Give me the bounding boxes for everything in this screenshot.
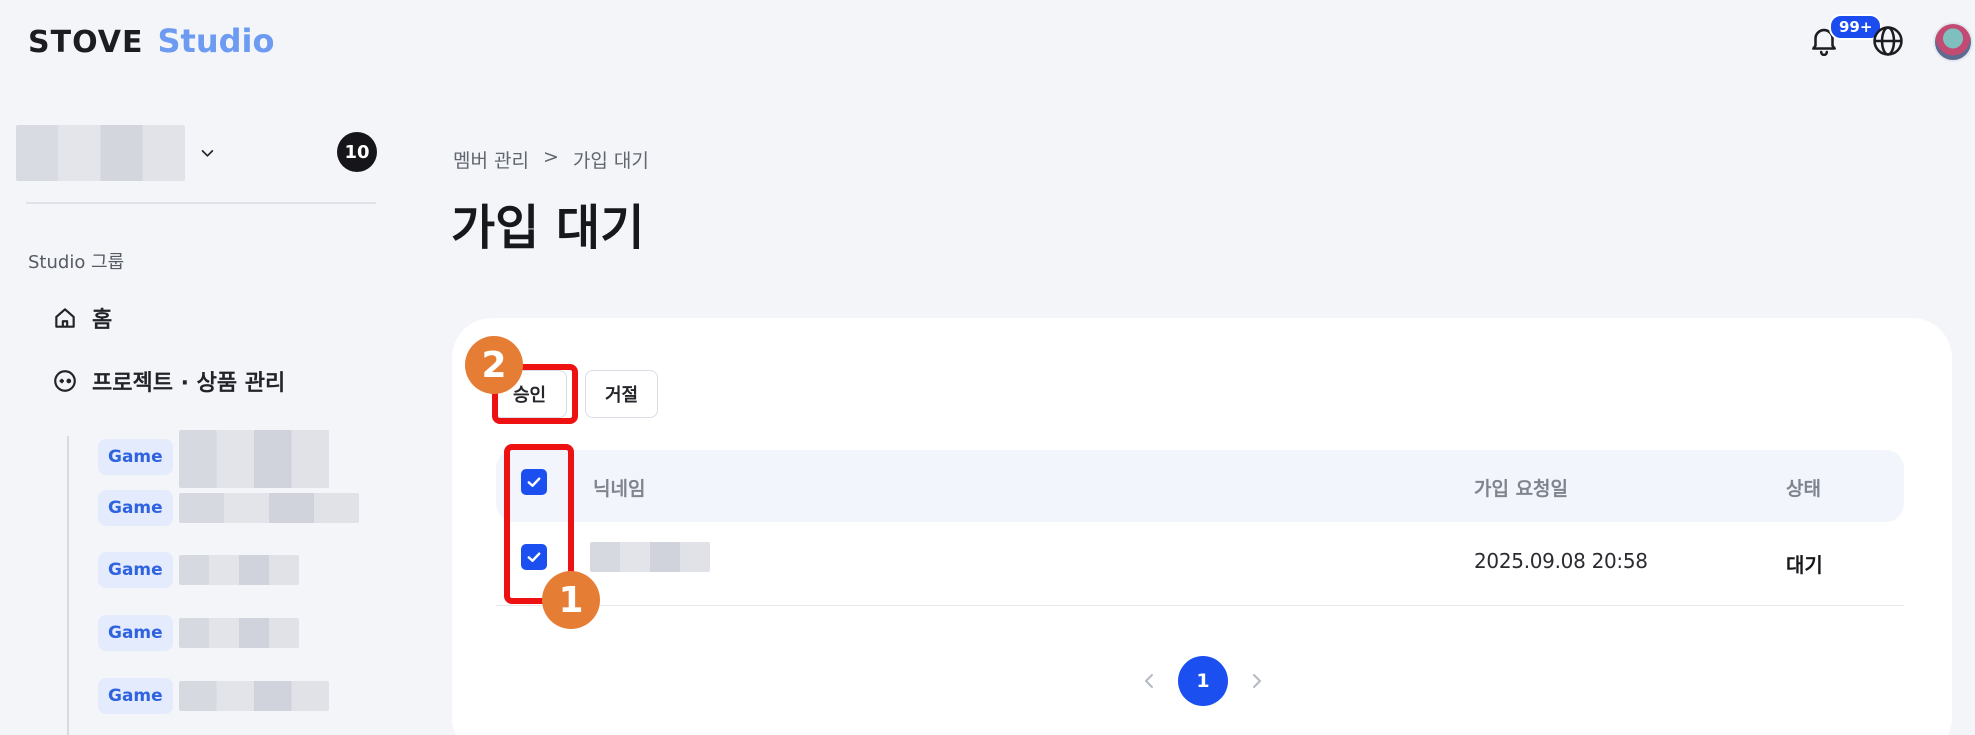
blurred-game-name	[178, 493, 359, 523]
game-tag: Game	[98, 678, 173, 714]
product-name: Studio	[157, 22, 275, 60]
blurred-game-name	[178, 555, 299, 585]
step-badge-2: 2	[465, 336, 523, 394]
blurred-game-name	[178, 681, 329, 711]
page-number-current[interactable]: 1	[1178, 656, 1228, 706]
pending-members-card: 승인 거절 닉네임 가입 요청일 상태 2025.09.08 20:58 대기 …	[452, 318, 1952, 735]
blurred-nickname	[590, 542, 710, 572]
step-badge-1: 1	[542, 571, 600, 629]
game-tag: Game	[98, 552, 173, 588]
group-label: Studio 그룹	[28, 252, 125, 273]
breadcrumb-item-current: 가입 대기	[572, 150, 649, 172]
column-header-nickname: 닉네임	[593, 478, 646, 500]
chevron-down-icon	[201, 150, 214, 157]
game-tag: Game	[98, 490, 173, 526]
sidebar-game-item[interactable]: Game	[98, 678, 329, 714]
table-header: 닉네임 가입 요청일 상태	[496, 450, 1904, 522]
request-date-cell: 2025.09.08 20:58	[1474, 549, 1648, 573]
globe-icon[interactable]	[1871, 24, 1905, 58]
gamepad-icon	[54, 370, 76, 392]
tree-connector	[67, 436, 69, 735]
avatar[interactable]	[1933, 22, 1973, 62]
blurred-game-name	[178, 430, 329, 488]
sidebar-game-item[interactable]: Game	[98, 552, 299, 588]
home-icon	[55, 308, 75, 328]
sidebar: 10 Studio 그룹 홈 프로젝트 · 상품 관리 Game Game Ga…	[0, 110, 395, 735]
header-actions: 99+	[1785, 14, 1975, 64]
status-cell: 대기	[1786, 553, 1823, 577]
column-header-request-date: 가입 요청일	[1474, 478, 1569, 500]
column-header-status: 상태	[1786, 478, 1821, 500]
member-count-badge: 10	[337, 132, 377, 172]
reject-button[interactable]: 거절	[585, 370, 658, 418]
blurred-game-name	[178, 618, 299, 648]
breadcrumb-item-member-management[interactable]: 멤버 관리	[453, 146, 529, 173]
app-logo[interactable]: STOVE Studio	[28, 22, 274, 60]
blurred-studio-name	[16, 125, 186, 181]
row-divider	[496, 605, 1904, 606]
game-tag: Game	[98, 439, 173, 475]
sidebar-item-label: 홈	[92, 308, 113, 333]
chevron-left-icon[interactable]	[1142, 671, 1156, 691]
studio-selector[interactable]	[16, 124, 216, 182]
sidebar-game-item[interactable]: Game	[98, 490, 359, 526]
sidebar-game-item[interactable]: Game	[98, 426, 329, 488]
sidebar-item-project-management[interactable]: 프로젝트 · 상품 관리	[52, 365, 285, 397]
breadcrumb: 멤버 관리 > 가입 대기	[453, 146, 649, 173]
sidebar-item-home[interactable]: 홈	[52, 302, 112, 334]
page-title: 가입 대기	[451, 200, 645, 256]
pagination: 1	[1142, 656, 1264, 706]
sidebar-game-item[interactable]: Game	[98, 615, 299, 651]
sidebar-divider	[26, 202, 376, 204]
chevron-right-icon[interactable]	[1250, 671, 1264, 691]
game-tag: Game	[98, 615, 173, 651]
breadcrumb-separator: >	[542, 146, 559, 168]
sidebar-item-label: 프로젝트 · 상품 관리	[92, 371, 286, 396]
brand-name: STOVE	[28, 25, 144, 60]
